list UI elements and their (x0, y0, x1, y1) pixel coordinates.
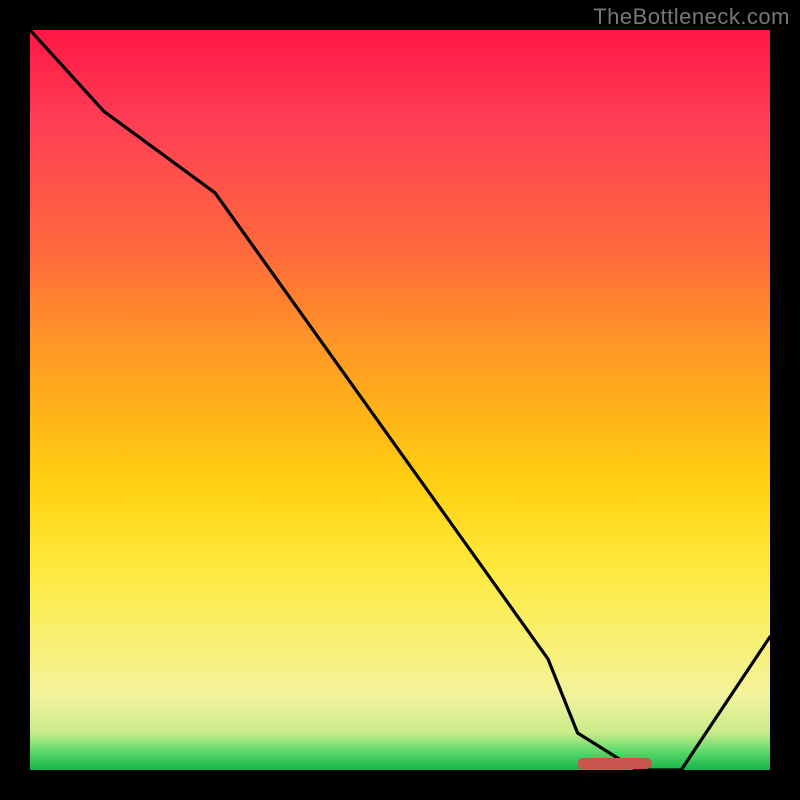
bottleneck-curve (30, 30, 770, 770)
watermark-label: TheBottleneck.com (593, 4, 790, 30)
optimal-marker (578, 758, 652, 769)
plot-area (30, 30, 770, 770)
chart-container: TheBottleneck.com (0, 0, 800, 800)
curve-layer (30, 30, 770, 770)
